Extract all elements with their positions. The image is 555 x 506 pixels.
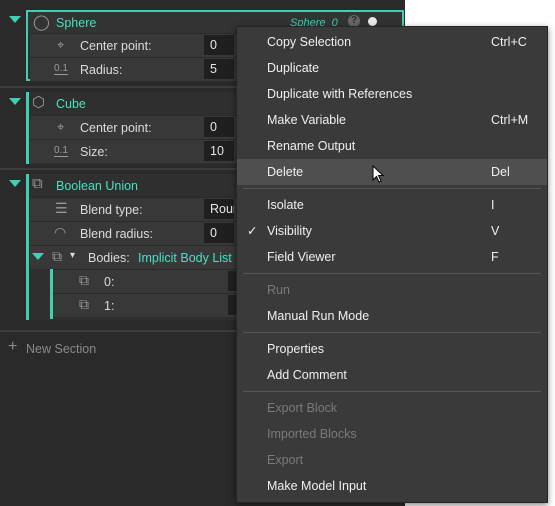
body-item-field[interactable] (228, 271, 236, 291)
collapse-bodies-icon[interactable] (32, 253, 44, 260)
center-point-field[interactable]: 0 (204, 117, 234, 137)
menu-item-shortcut: V (491, 224, 500, 238)
menu-item-shortcut: I (491, 198, 495, 212)
bodies-label: Bodies: (88, 251, 130, 265)
menu-item-label: Export (267, 453, 304, 467)
collapse-boolean-icon[interactable] (9, 180, 21, 187)
menu-item-label: Duplicate (267, 61, 320, 75)
center-point-label: Center point: (80, 121, 152, 135)
menu-separator (243, 391, 541, 392)
menu-item-label: Delete (267, 165, 304, 179)
crosshair-icon: ⌖ (57, 37, 65, 52)
body-icon: ⧉ (79, 296, 89, 312)
menu-item-label: Visibility (267, 224, 312, 238)
cube-title: Cube (56, 97, 86, 111)
blend-type-label: Blend type: (80, 203, 143, 217)
menu-item-label: Export Block (267, 401, 338, 415)
center-point-field[interactable]: 0 (204, 35, 234, 55)
menu-item-isolate[interactable]: Isolate I (237, 192, 547, 218)
bodies-type-label: Implicit Body List (138, 251, 232, 265)
blend-radius-label: Blend radius: (80, 227, 153, 241)
menu-item-visibility[interactable]: ✓ Visibility V (237, 218, 547, 244)
menu-item-delete[interactable]: Delete Del (237, 159, 547, 185)
blend-radius-icon: ◠ (54, 224, 67, 240)
menu-item-label: Rename Output (267, 139, 356, 153)
menu-item-properties[interactable]: Properties (237, 336, 547, 362)
menu-item-shortcut: Ctrl+C (491, 35, 527, 49)
menu-item-label: Copy Selection (267, 35, 352, 49)
blend-type-dropdown[interactable]: Roun (204, 199, 234, 219)
sphere-icon: ◯ (33, 14, 50, 31)
menu-item-shortcut: Ctrl+M (491, 113, 529, 127)
crosshair-icon: ⌖ (57, 119, 65, 134)
menu-item-label: Run (267, 283, 290, 297)
cube-icon: ⬡ (32, 94, 46, 111)
body-item-label: 1: (104, 299, 115, 313)
blend-radius-field[interactable]: 0 (204, 223, 234, 243)
radius-label: Radius: (80, 63, 123, 77)
menu-item-label: Field Viewer (267, 250, 336, 264)
menu-item-make-model-input[interactable]: Make Model Input (237, 473, 547, 499)
chevron-down-icon[interactable]: ▾ (70, 250, 75, 261)
menu-item-label: Duplicate with References (267, 87, 413, 101)
context-menu: Copy Selection Ctrl+C Duplicate Duplicate… (236, 26, 548, 503)
number-icon: 0.1 (54, 145, 68, 157)
menu-item-manual-run-mode[interactable]: Manual Run Mode (237, 303, 547, 329)
list-icon: ☰ (55, 200, 68, 216)
menu-item-export-block: Export Block (237, 395, 547, 421)
menu-item-run: Run (237, 277, 547, 303)
menu-item-copy-selection[interactable]: Copy Selection Ctrl+C (237, 29, 547, 55)
menu-item-label: Make Model Input (267, 479, 367, 493)
menu-item-duplicate-with-references[interactable]: Duplicate with References (237, 81, 547, 107)
menu-item-export: Export (237, 447, 547, 473)
menu-item-field-viewer[interactable]: Field Viewer F (237, 244, 547, 270)
menu-separator (243, 273, 541, 274)
number-icon: 0.1 (54, 63, 68, 75)
menu-item-label: Imported Blocks (267, 427, 357, 441)
menu-separator (243, 188, 541, 189)
menu-item-shortcut: F (491, 250, 499, 264)
body-icon: ⧉ (79, 272, 89, 288)
body-item-label: 0: (104, 275, 115, 289)
body-item-field[interactable] (228, 295, 236, 315)
menu-item-duplicate[interactable]: Duplicate (237, 55, 547, 81)
menu-item-shortcut: Del (491, 165, 510, 179)
size-field[interactable]: 10 (204, 141, 234, 161)
menu-item-imported-blocks: Imported Blocks (237, 421, 547, 447)
menu-item-label: Make Variable (267, 113, 346, 127)
collapse-cube-icon[interactable] (9, 98, 21, 105)
menu-item-rename-output[interactable]: Rename Output (237, 133, 547, 159)
center-point-label: Center point: (80, 39, 152, 53)
plus-icon: + (8, 338, 18, 355)
menu-item-label: Add Comment (267, 368, 347, 382)
menu-item-make-variable[interactable]: Make Variable Ctrl+M (237, 107, 547, 133)
mouse-cursor-icon (372, 165, 384, 183)
menu-item-label: Manual Run Mode (267, 309, 370, 323)
radius-field[interactable]: 5 (204, 59, 234, 79)
checkmark-icon: ✓ (247, 224, 258, 238)
bodies-list-icon: ⧉ (52, 248, 62, 264)
sphere-title: Sphere (56, 16, 97, 30)
menu-separator (243, 332, 541, 333)
boolean-union-icon: ⧉ (32, 175, 43, 192)
size-label: Size: (80, 145, 108, 159)
boolean-title: Boolean Union (56, 179, 139, 193)
visibility-dot-icon[interactable] (368, 17, 377, 26)
menu-item-label: Isolate (267, 198, 304, 212)
new-section-label: New Section (26, 342, 97, 356)
collapse-sphere-icon[interactable] (9, 16, 21, 23)
menu-item-label: Properties (267, 342, 324, 356)
menu-item-add-comment[interactable]: Add Comment (237, 362, 547, 388)
